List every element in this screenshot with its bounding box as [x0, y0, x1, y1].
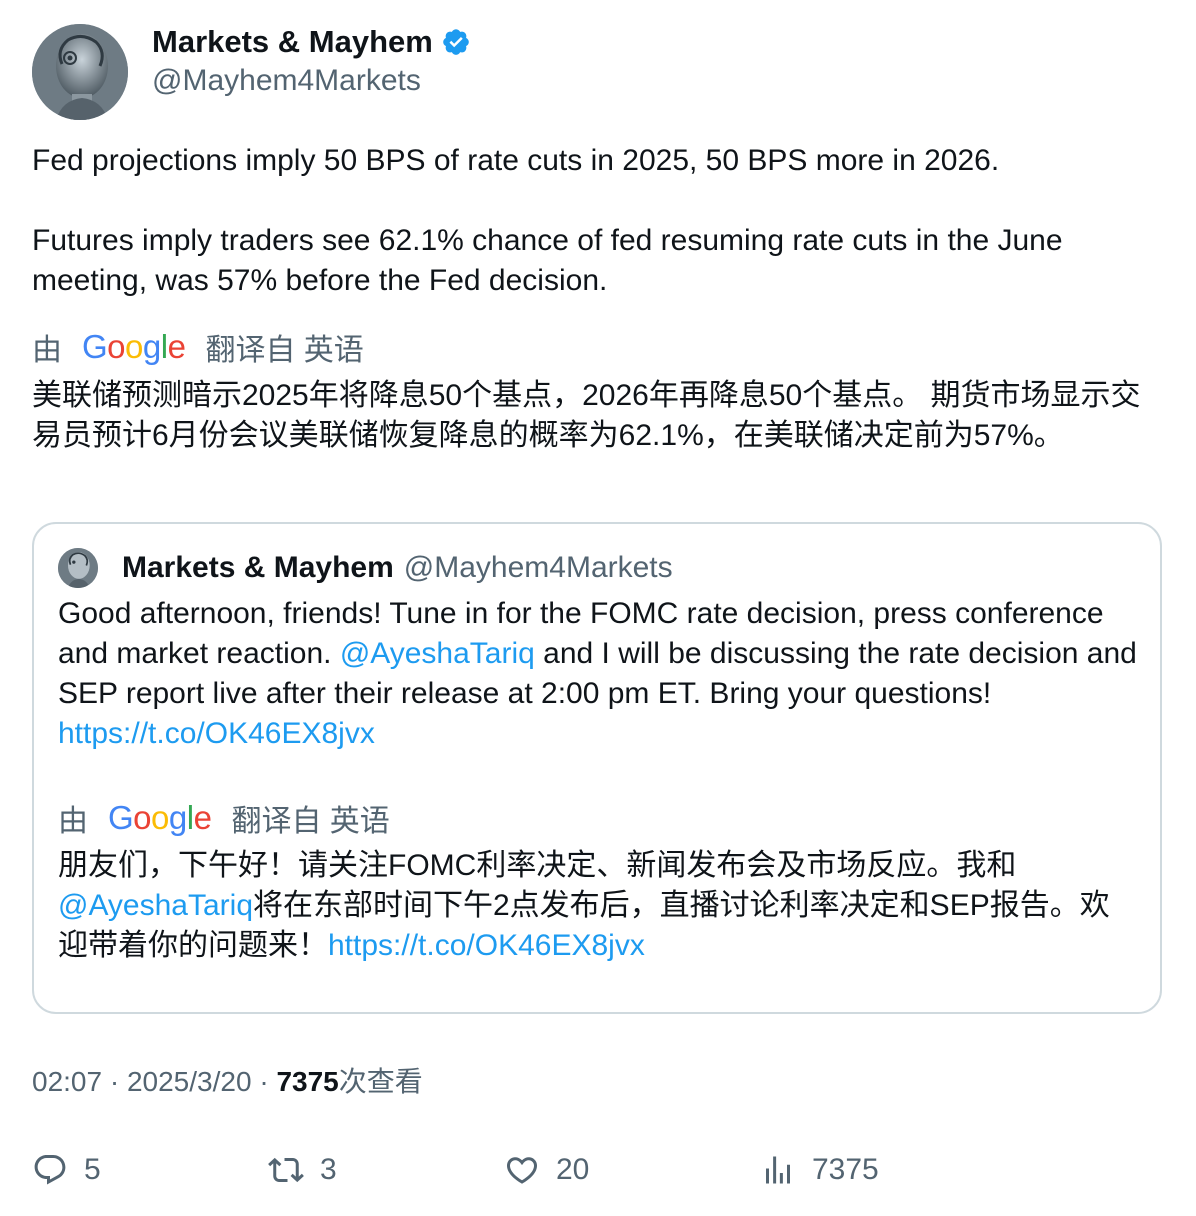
retweet-count: 3 — [320, 1153, 337, 1186]
action-bar: 5 3 20 7375 — [32, 1148, 1164, 1192]
quoted-translated-url-link[interactable]: https://t.co/OK46EX8jvx — [328, 929, 645, 962]
view-count: 7375 — [276, 1066, 339, 1097]
author-handle[interactable]: @Mayhem4Markets — [152, 64, 471, 98]
retweet-button[interactable]: 3 — [268, 1148, 337, 1192]
tweet-header: Markets & Mayhem @Mayhem4Markets — [32, 24, 1164, 120]
quoted-translated-part-1: 朋友们，下午好！请关注FOMC利率决定、新闻发布会及市场反应。我和 — [58, 849, 1017, 882]
quoted-google-logo: Google — [108, 799, 212, 836]
tweet-paragraph-1: Fed projections imply 50 BPS of rate cut… — [32, 144, 1000, 177]
like-button[interactable]: 20 — [504, 1148, 589, 1192]
quoted-url-link[interactable]: https://t.co/OK46EX8jvx — [58, 717, 375, 750]
translation-attribution: 由 Google 翻译自 英语 — [32, 327, 364, 367]
quoted-translate-suffix: 翻译自 英语 — [231, 805, 390, 838]
quoted-tweet-card[interactable]: Markets & Mayhem @Mayhem4Markets Good af… — [32, 522, 1162, 1014]
reply-button[interactable]: 5 — [32, 1148, 101, 1192]
tweet-text: Fed projections imply 50 BPS of rate cut… — [32, 141, 1164, 301]
google-logo: Google — [82, 328, 186, 365]
views-button[interactable]: 7375 — [760, 1148, 879, 1192]
view-count-label: 次查看 — [338, 1066, 423, 1097]
quoted-translated-mention-link[interactable]: @AyeshaTariq — [58, 889, 253, 922]
tweet-meta: 02:07 · 2025/3/20 · 7375次查看 — [32, 1062, 423, 1102]
heart-icon — [506, 1157, 538, 1184]
author-info: Markets & Mayhem @Mayhem4Markets — [152, 24, 471, 98]
quoted-translate-prefix: 由 — [58, 805, 88, 838]
tweet-container: Markets & Mayhem @Mayhem4Markets — [32, 24, 1164, 120]
retweet-icon — [268, 1157, 304, 1183]
reply-count: 5 — [84, 1153, 101, 1186]
meta-separator: · — [259, 1066, 269, 1097]
tweet-time[interactable]: 02:07 — [32, 1066, 102, 1097]
translated-text: 美联储预测暗示2025年将降息50个基点，2026年再降息50个基点。 期货市场… — [32, 379, 1141, 452]
quoted-author-name: Markets & Mayhem — [122, 551, 394, 584]
quoted-author-avatar — [58, 548, 98, 588]
quoted-translation-attribution: 由 Google 翻译自 英语 — [58, 798, 390, 838]
tweet-paragraph-2: Futures imply traders see 62.1% chance o… — [32, 224, 1063, 297]
reply-icon — [34, 1155, 66, 1185]
quoted-author-handle: @Mayhem4Markets — [403, 551, 673, 584]
translate-suffix: 翻译自 英语 — [205, 334, 364, 367]
tweet-date[interactable]: 2025/3/20 — [127, 1066, 252, 1097]
like-count: 20 — [556, 1153, 590, 1186]
author-avatar[interactable] — [32, 24, 128, 120]
analytics-icon — [766, 1156, 790, 1184]
views-action-count: 7375 — [812, 1153, 879, 1186]
translate-prefix: 由 — [32, 334, 62, 367]
quoted-mention-link[interactable]: @AyeshaTariq — [340, 637, 535, 670]
author-name[interactable]: Markets & Mayhem — [152, 24, 433, 60]
author-name-row: Markets & Mayhem — [152, 24, 471, 60]
verified-badge-icon — [441, 27, 471, 57]
quoted-translated-text: 朋友们，下午好！请关注FOMC利率决定、新闻发布会及市场反应。我和 @Ayesha… — [58, 846, 1138, 966]
quoted-tweet-text: Good afternoon, friends! Tune in for the… — [58, 594, 1138, 754]
quoted-tweet-header: Markets & Mayhem @Mayhem4Markets — [58, 548, 673, 588]
meta-separator: · — [109, 1066, 120, 1097]
